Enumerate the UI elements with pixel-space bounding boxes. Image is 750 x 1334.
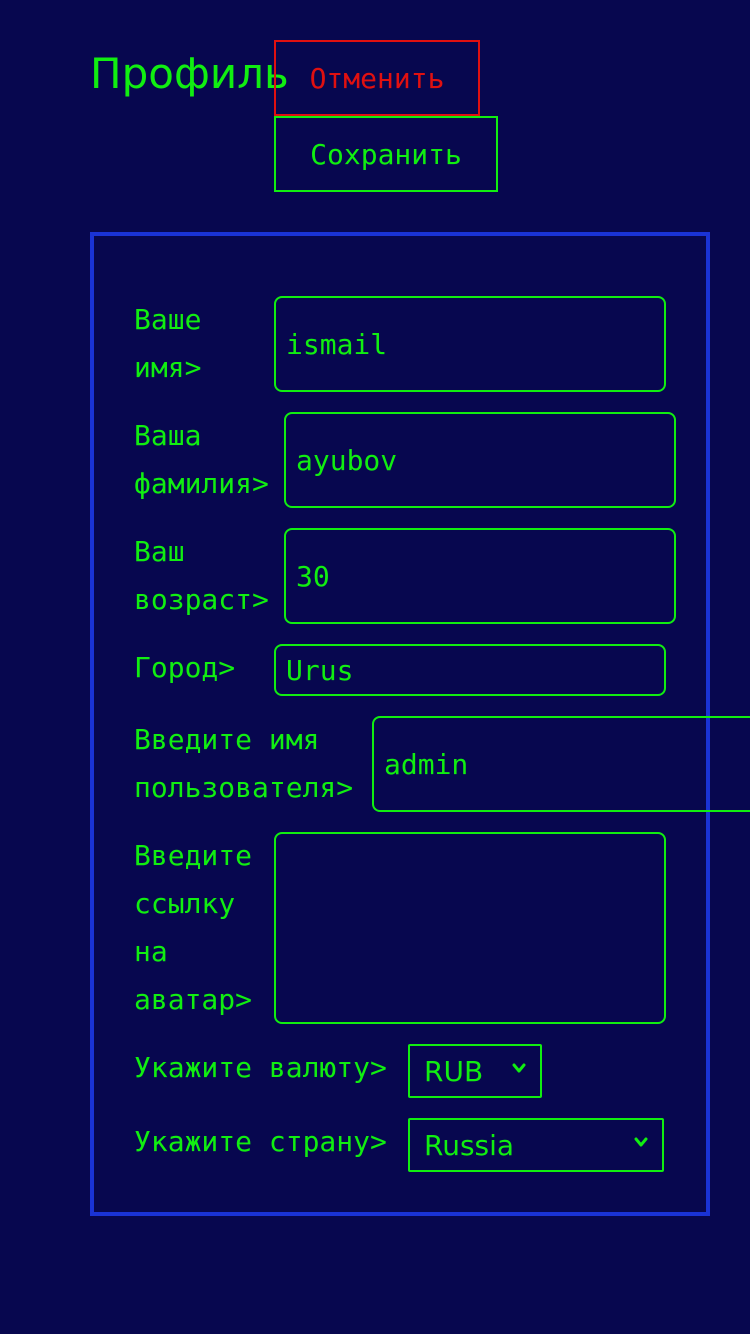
cancel-button[interactable]: Отменить [274,40,480,116]
country-select[interactable]: Russia [408,1118,664,1172]
username-label: Введите имя пользователя> [134,723,354,804]
first-name-input[interactable]: ismail [274,296,666,392]
age-label: Ваш возраст> [134,535,269,616]
country-select-value: Russia [424,1128,515,1162]
age-input[interactable]: 30 [284,528,676,624]
city-label: Город> [134,651,236,684]
last-name-label: Ваша фамилия> [134,419,269,500]
last-name-input[interactable]: ayubov [284,412,676,508]
city-input[interactable]: Urus [274,644,666,696]
currency-select-value: RUB [424,1054,484,1088]
avatar-url-label: Введите ссылку на аватар> [134,839,253,1016]
avatar-url-textarea[interactable] [274,832,666,1024]
save-button[interactable]: Сохранить [274,116,498,192]
country-label: Укажите страну> [134,1125,387,1158]
currency-label: Укажите валюту> [134,1051,387,1084]
currency-select[interactable]: RUB [408,1044,542,1098]
chevron-down-icon [634,1137,648,1147]
username-input[interactable]: admin [372,716,750,812]
chevron-down-icon [512,1063,526,1073]
page-title: Профиль [90,49,289,98]
first-name-label: Ваше имя> [134,303,202,384]
